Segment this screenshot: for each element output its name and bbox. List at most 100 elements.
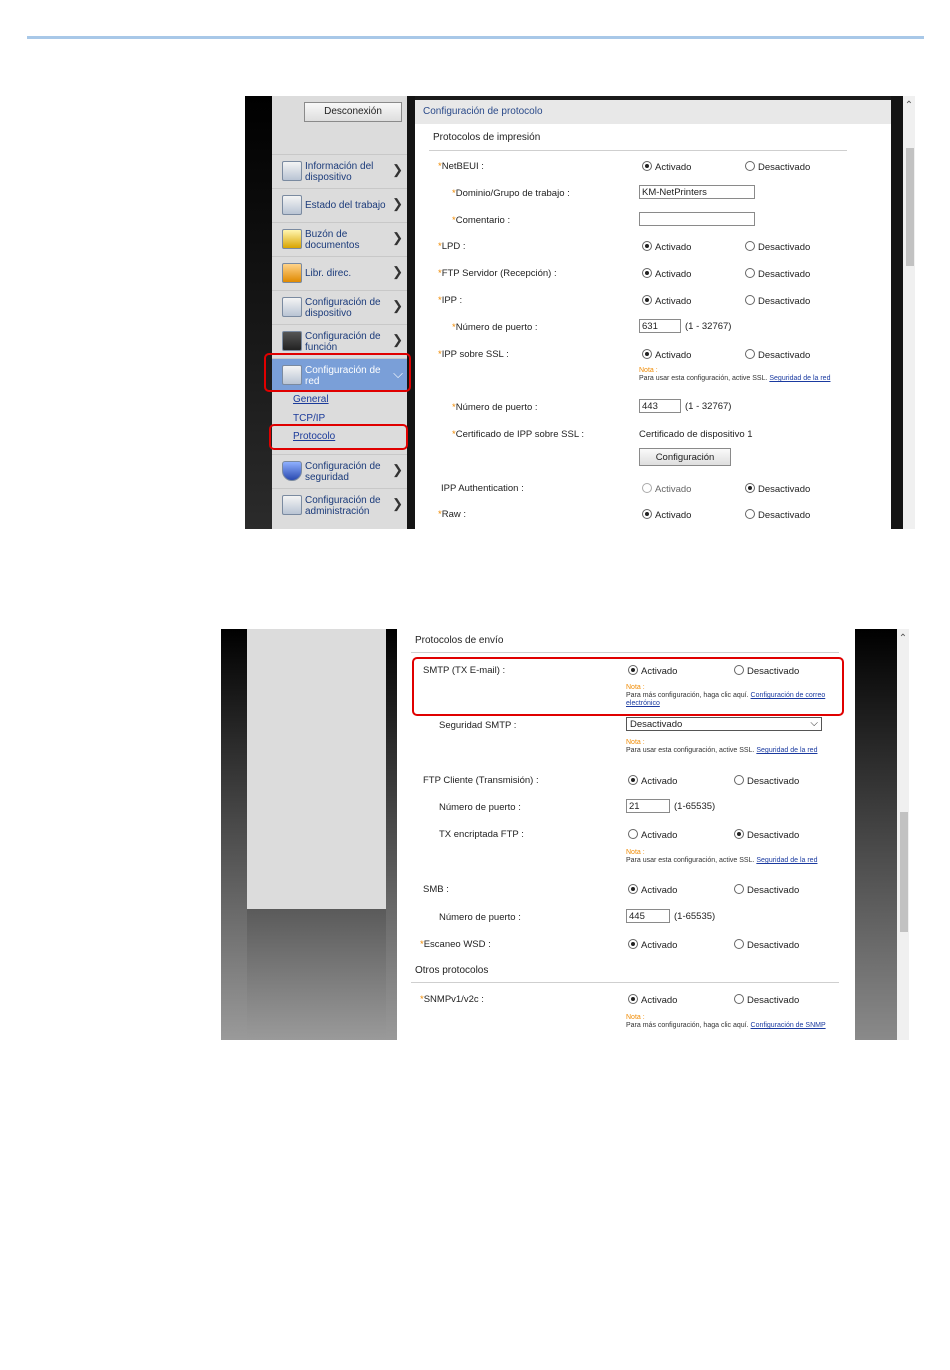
smb-on-radio[interactable]: Activado (628, 884, 677, 896)
chevron-right-icon: ❯ (392, 332, 403, 347)
chevron-down-icon: ⌵ (810, 718, 818, 729)
ipp-ssl-label: *IPP sobre SSL : (438, 349, 509, 360)
snmp-settings-link[interactable]: Configuración de SNMP (751, 1022, 826, 1029)
ssl-port-input[interactable]: 443 (639, 399, 681, 413)
ftp-server-off-radio[interactable]: Desactivado (745, 268, 810, 280)
scroll-up-icon[interactable]: ⌃ (903, 100, 915, 111)
job-status-icon (282, 195, 302, 215)
protocol-panel: Protocolos de envío SMTP (TX E-mail) : A… (397, 629, 855, 1040)
sidebar (247, 629, 386, 909)
ipp-label: *IPP : (438, 295, 463, 306)
wsd-scan-off-radio[interactable]: Desactivado (734, 939, 799, 951)
device-settings-icon (282, 297, 302, 317)
cert-label: *Certificado de IPP sobre SSL : (452, 429, 585, 440)
raw-off-radio[interactable]: Desactivado (745, 509, 810, 521)
section-print-protocols: Protocolos de impresión (433, 132, 541, 143)
network-security-link[interactable]: Seguridad de la red (756, 747, 817, 754)
raw-on-radio[interactable]: Activado (642, 509, 691, 521)
sidebar-subitem-general[interactable]: General (293, 394, 329, 405)
ipp-port-label: *Número de puerto : (452, 322, 538, 333)
ipp-off-radio[interactable]: Desactivado (745, 295, 810, 307)
document-box-icon (282, 229, 302, 249)
ipp-auth-label: IPP Authentication : (441, 483, 524, 494)
panel-title: Configuración de protocolo (415, 100, 891, 124)
scrollbar[interactable]: ⌃ (897, 629, 909, 1040)
logout-button[interactable]: Desconexión (304, 102, 402, 122)
ipp-on-radio[interactable]: Activado (642, 295, 691, 307)
smb-label: SMB : (423, 884, 449, 895)
sidebar-item-document-box[interactable]: Buzón de documentos ❯ (272, 222, 407, 255)
ftp-port-label: Número de puerto : (439, 802, 521, 813)
sidebar-subitem-tcpip[interactable]: TCP/IP (293, 413, 325, 424)
netbeui-label: *NetBEUI : (438, 161, 484, 172)
scrollbar-thumb[interactable] (900, 812, 908, 932)
lpd-on-radio[interactable]: Activado (642, 241, 691, 253)
ftp-client-on-radio[interactable]: Activado (628, 775, 677, 787)
domain-input[interactable]: KM-NetPrinters (639, 185, 755, 199)
protocol-panel: Configuración de protocolo Protocolos de… (415, 100, 891, 529)
sidebar-item-security-settings[interactable]: Configuración de seguridad ❯ (272, 454, 407, 487)
smb-port-input[interactable]: 445 (626, 909, 670, 923)
smtp-security-label: Seguridad SMTP : (439, 720, 517, 731)
address-book-icon (282, 263, 302, 283)
cert-value: Certificado de dispositivo 1 (639, 429, 753, 440)
netbeui-on-radio[interactable]: Activado (642, 161, 691, 173)
scroll-up-icon[interactable]: ⌃ (897, 633, 909, 644)
chevron-right-icon: ❯ (392, 298, 403, 313)
sidebar-item-admin-settings[interactable]: Configuración de administración ❯ (272, 488, 407, 521)
ipp-auth-off-radio[interactable]: Desactivado (745, 483, 810, 495)
ipp-auth-on-radio[interactable]: Activado (642, 483, 691, 495)
snmp-on-radio[interactable]: Activado (628, 994, 677, 1006)
device-info-icon (282, 161, 302, 181)
network-security-link[interactable]: Seguridad de la red (769, 375, 830, 382)
smb-port-range: (1-65535) (674, 911, 716, 922)
chevron-right-icon: ❯ (392, 462, 403, 477)
wsd-scan-label: *Escaneo WSD : (420, 939, 491, 950)
ipp-ssl-note: Nota : Para usar esta configuración, act… (639, 367, 831, 382)
sidebar-item-device-info[interactable]: Información del dispositivo ❯ (272, 154, 407, 187)
lpd-label: *LPD : (438, 241, 466, 252)
domain-label: *Dominio/Grupo de trabajo : (452, 188, 570, 199)
smtp-security-select[interactable]: Desactivado ⌵ (626, 717, 822, 731)
ftp-client-off-radio[interactable]: Desactivado (734, 775, 799, 787)
ipp-ssl-off-radio[interactable]: Desactivado (745, 349, 810, 361)
netbeui-off-radio[interactable]: Desactivado (745, 161, 810, 173)
ipp-port-input[interactable]: 631 (639, 319, 681, 333)
highlight-smtp (412, 657, 844, 716)
ipp-ssl-on-radio[interactable]: Activado (642, 349, 691, 361)
sidebar-item-address-book[interactable]: Libr. direc. ❯ (272, 256, 407, 289)
sidebar-item-job-status[interactable]: Estado del trabajo ❯ (272, 188, 407, 221)
network-security-link[interactable]: Seguridad de la red (756, 857, 817, 864)
lpd-off-radio[interactable]: Desactivado (745, 241, 810, 253)
send-protocols-screenshot: Protocolos de envío SMTP (TX E-mail) : A… (221, 629, 909, 1040)
ftp-client-label: FTP Cliente (Transmisión) : (423, 775, 539, 786)
sidebar-item-device-settings[interactable]: Configuración de dispositivo ❯ (272, 290, 407, 323)
snmp-off-radio[interactable]: Desactivado (734, 994, 799, 1006)
smb-off-radio[interactable]: Desactivado (734, 884, 799, 896)
chevron-right-icon: ❯ (392, 196, 403, 211)
section-send-protocols: Protocolos de envío (415, 635, 504, 646)
security-shield-icon (282, 461, 302, 481)
protocol-settings-screenshot: Desconexión Información del dispositivo … (245, 96, 915, 529)
chevron-right-icon: ❯ (392, 162, 403, 177)
comment-input[interactable] (639, 212, 755, 226)
configuration-button[interactable]: Configuración (639, 448, 731, 466)
highlight-network-settings (264, 353, 411, 392)
highlight-protocol (269, 424, 408, 450)
raw-label: *Raw : (438, 509, 466, 520)
page-top-rule (27, 36, 924, 39)
snmp-note: Nota : Para más configuración, haga clic… (626, 1014, 826, 1029)
ftp-encrypted-label: TX encriptada FTP : (439, 829, 524, 840)
chevron-right-icon: ❯ (392, 496, 403, 511)
admin-settings-icon (282, 495, 302, 515)
ftp-encrypted-off-radio[interactable]: Desactivado (734, 829, 799, 841)
ftp-encrypted-on-radio[interactable]: Activado (628, 829, 677, 841)
ftp-port-input[interactable]: 21 (626, 799, 670, 813)
scrollbar-thumb[interactable] (906, 148, 914, 266)
scrollbar[interactable]: ⌃ (903, 96, 915, 529)
smtp-security-note: Nota : Para usar esta configuración, act… (626, 739, 818, 754)
wsd-scan-on-radio[interactable]: Activado (628, 939, 677, 951)
ftp-server-on-radio[interactable]: Activado (642, 268, 691, 280)
ftp-port-range: (1-65535) (674, 801, 716, 812)
chevron-right-icon: ❯ (392, 264, 403, 279)
